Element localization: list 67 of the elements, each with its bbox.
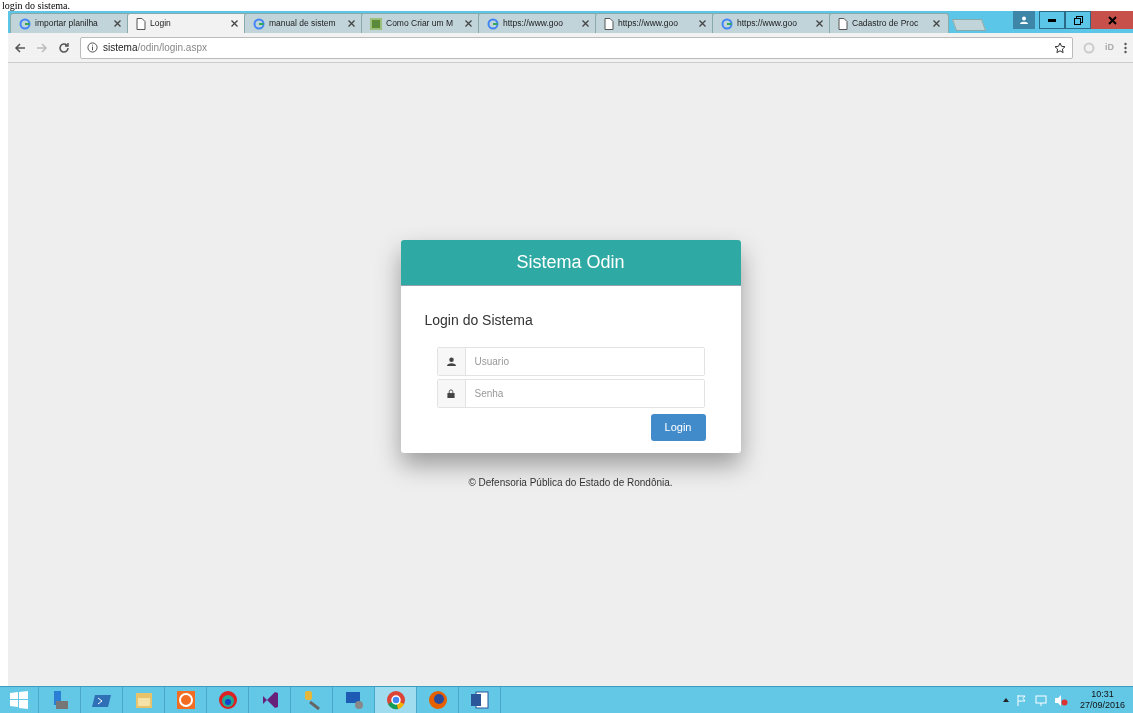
- close-icon[interactable]: [465, 20, 472, 27]
- input-field[interactable]: Senha: [436, 379, 705, 408]
- close-button[interactable]: [1091, 11, 1133, 29]
- close-icon[interactable]: [933, 20, 940, 27]
- back-icon[interactable]: [14, 41, 26, 54]
- minimize-icon: [1048, 18, 1056, 22]
- url-text: sistema/odin/login.aspx: [103, 41, 208, 55]
- firefox-icon: [427, 690, 448, 710]
- site-icon: [370, 17, 382, 30]
- form-heading: Login do Sistema: [424, 311, 534, 330]
- input-field[interactable]: Usuario: [436, 347, 705, 376]
- close-icon: [1107, 15, 1117, 25]
- browser-tab[interactable]: Cadastro de Proc: [829, 13, 949, 33]
- login-button[interactable]: Login: [650, 414, 706, 441]
- restore-icon: [1073, 15, 1083, 25]
- reload-icon[interactable]: [58, 41, 70, 54]
- word-icon: [469, 690, 490, 710]
- tab-title: manual de sistem: [269, 17, 337, 30]
- google-icon: [253, 17, 265, 30]
- close-icon[interactable]: [231, 20, 238, 27]
- muted-speaker-icon[interactable]: [1054, 694, 1068, 706]
- clock-date[interactable]: 27/09/2016: [1079, 700, 1125, 711]
- browser-tab[interactable]: https://www.goo: [478, 13, 598, 33]
- lock-icon: [447, 389, 455, 398]
- close-icon[interactable]: [816, 20, 823, 27]
- browser-tab[interactable]: importar planilha: [10, 13, 130, 33]
- close-icon[interactable]: [582, 20, 589, 27]
- minimize-button[interactable]: [1039, 11, 1065, 29]
- tab-title: https://www.goo: [618, 17, 679, 30]
- tab-title: Cadastro de Proc: [852, 17, 920, 30]
- address-bar[interactable]: sistema/odin/login.aspx: [80, 36, 1073, 59]
- tab-title: https://www.goo: [503, 17, 564, 30]
- profile-button[interactable]: [1013, 11, 1035, 29]
- browser-tab[interactable]: manual de sistem: [244, 13, 364, 33]
- rings-icon: [217, 690, 238, 710]
- close-icon[interactable]: [348, 20, 355, 27]
- browser-tab[interactable]: https://www.goo: [595, 13, 715, 33]
- star-icon[interactable]: [1054, 41, 1066, 54]
- close-icon[interactable]: [699, 20, 706, 27]
- menu-icon[interactable]: [1124, 41, 1127, 54]
- caption: login do sistema.: [2, 0, 71, 11]
- monitor-icon: [343, 690, 364, 710]
- clock-time[interactable]: 10:31: [1091, 689, 1114, 700]
- folder-icon: [133, 690, 154, 710]
- info-icon: [87, 42, 98, 53]
- page-icon: [604, 17, 614, 30]
- browser-tab[interactable]: Como Criar um M: [361, 13, 481, 33]
- card-title: Sistema Odin: [516, 251, 625, 274]
- browser-tab[interactable]: Login: [127, 13, 247, 33]
- tab-title: Login: [150, 17, 172, 30]
- taskbar-button[interactable]: [374, 687, 416, 713]
- google-icon: [19, 17, 31, 30]
- tab-title: https://www.goo: [737, 17, 798, 30]
- tab-title: Como Criar um M: [386, 17, 455, 30]
- chrome-icon: [385, 690, 406, 710]
- user-icon: [446, 357, 456, 366]
- page-icon: [838, 17, 848, 30]
- browser-tab[interactable]: https://www.goo: [712, 13, 832, 33]
- restore-button[interactable]: [1065, 11, 1091, 29]
- person-icon: [1020, 16, 1028, 24]
- page-icon: [136, 17, 146, 30]
- tab-title: importar planilha: [35, 17, 99, 30]
- close-icon[interactable]: [114, 20, 121, 27]
- google-icon: [487, 17, 499, 30]
- footer-text: © Defensoria Pública do Estado de Rondônia.: [468, 476, 673, 490]
- caret-icon[interactable]: [1002, 698, 1009, 702]
- google-icon: [721, 17, 733, 30]
